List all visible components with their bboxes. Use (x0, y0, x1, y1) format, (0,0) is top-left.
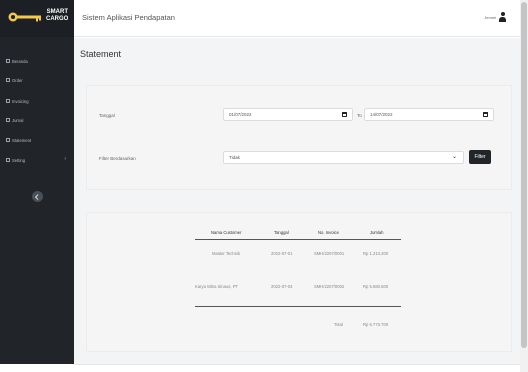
filter-button[interactable]: Filter (469, 150, 491, 164)
brand-line2: CARGO (46, 16, 69, 22)
invoice-icon (6, 99, 10, 103)
total-label: Total (334, 322, 343, 327)
column-header: Nama Customer (211, 230, 242, 235)
home-icon (6, 59, 10, 63)
date-label: Tanggal (99, 113, 115, 118)
page-title: Statement (80, 49, 122, 59)
table-cell: 2022-07-01 (271, 251, 293, 256)
filter-by-label: Filter Berdasarkan (99, 156, 136, 161)
column-header: Tanggal (274, 230, 289, 235)
table-cell: Master Technik (212, 251, 241, 256)
date-from-value: 01/07/2022 (229, 112, 252, 117)
journal-icon (6, 118, 10, 122)
results-card (86, 212, 512, 352)
user-name: Jemmi (484, 14, 496, 20)
sidebar-item-label: Invoicing (12, 98, 29, 104)
table-cell: Rp 5.560.500 (363, 284, 389, 289)
app-title: Sistem Aplikasi Pendapatan (82, 13, 175, 22)
table-cell: SMH/2207/0002 (314, 284, 345, 289)
sidebar-item-label: Statement (12, 137, 32, 143)
user-menu[interactable]: Jemmi (484, 12, 506, 22)
table-cell: Karya Mitra Sinaus, PT (195, 284, 239, 289)
table-cell: 2022-07-04 (271, 284, 293, 289)
sidebar-item-setting[interactable]: Setting › (6, 155, 70, 165)
sidebar-item-order[interactable]: Order (6, 75, 70, 85)
calendar-icon[interactable] (483, 112, 488, 117)
calendar-icon[interactable] (342, 112, 347, 117)
to-label: To (357, 113, 362, 118)
brand-name: SMART CARGO (46, 9, 68, 23)
sidebar-item-label: Beranda (12, 58, 28, 64)
sidebar-toggle-button[interactable] (32, 191, 43, 202)
sidebar-item-jurnal[interactable]: Jurnal (6, 115, 70, 125)
sidebar-item-label: Order (12, 77, 23, 83)
order-icon (6, 78, 10, 82)
sidebar-item-invoicing[interactable]: Invoicing (6, 96, 70, 106)
column-header: Jumlah (370, 230, 384, 235)
column-header: No. Invoice (318, 230, 339, 235)
sidebar-item-label: Jurnal (12, 117, 24, 123)
table-cell: SMH/2207/0001 (314, 251, 345, 256)
footer (74, 364, 520, 372)
brand-line1: SMART (46, 9, 68, 15)
date-to-input[interactable]: 14/07/2022 (364, 108, 494, 121)
sidebar-item-label: Setting (12, 157, 26, 163)
sidebar-item-beranda[interactable]: Beranda (6, 56, 70, 66)
total-value: Rp 6.773.700 (363, 322, 389, 327)
user-icon (499, 12, 506, 22)
filter-by-select[interactable]: Tidak ⌄ (223, 151, 464, 164)
chevron-down-icon: ⌄ (451, 154, 457, 160)
total-divider (195, 306, 401, 307)
date-from-input[interactable]: 01/07/2022 (223, 108, 353, 121)
chevron-right-icon: › (64, 156, 66, 162)
brand[interactable]: SMART CARGO (0, 0, 74, 37)
filter-card (86, 85, 512, 190)
date-to-value: 14/07/2022 (370, 112, 393, 117)
gear-icon (6, 158, 10, 162)
scrollbar[interactable] (520, 0, 528, 372)
sidebar-item-statement[interactable]: Statement (6, 135, 70, 145)
table-cell: Rp 1.213.200 (363, 251, 389, 256)
sidebar: SMART CARGO Beranda Order Invoicing Jurn… (0, 0, 74, 364)
topbar: Sistem Aplikasi Pendapatan Jemmi (74, 0, 520, 37)
logo-icon (8, 12, 41, 22)
filter-by-value: Tidak (229, 155, 240, 160)
scrollbar-thumb[interactable] (521, 2, 527, 348)
header-divider (195, 239, 401, 240)
statement-icon (6, 138, 10, 142)
